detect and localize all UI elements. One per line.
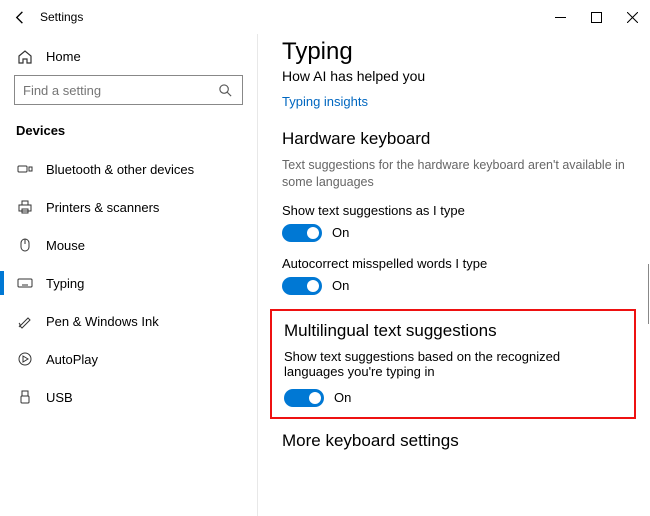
sidebar-item-label: Typing bbox=[46, 276, 84, 291]
keyboard-icon bbox=[16, 275, 33, 292]
page-subtitle: How AI has helped you bbox=[282, 68, 630, 84]
back-button[interactable] bbox=[0, 10, 40, 25]
autocorrect-label: Autocorrect misspelled words I type bbox=[282, 256, 630, 271]
hardware-keyboard-heading: Hardware keyboard bbox=[282, 129, 630, 149]
multilingual-toggle[interactable] bbox=[284, 389, 324, 407]
multilingual-heading: Multilingual text suggestions bbox=[284, 321, 622, 341]
sidebar-item-printers[interactable]: Printers & scanners bbox=[14, 188, 243, 226]
hardware-keyboard-note: Text suggestions for the hardware keyboa… bbox=[282, 157, 630, 191]
show-suggestions-state: On bbox=[332, 225, 349, 240]
home-icon bbox=[16, 48, 33, 65]
titlebar: Settings bbox=[0, 0, 650, 34]
category-header: Devices bbox=[14, 123, 243, 138]
show-suggestions-label: Show text suggestions as I type bbox=[282, 203, 630, 218]
sidebar-item-bluetooth[interactable]: Bluetooth & other devices bbox=[14, 150, 243, 188]
printer-icon bbox=[16, 199, 33, 216]
sidebar-item-label: AutoPlay bbox=[46, 352, 98, 367]
show-suggestions-toggle[interactable] bbox=[282, 224, 322, 242]
sidebar-item-label: Mouse bbox=[46, 238, 85, 253]
autoplay-icon bbox=[16, 351, 33, 368]
sidebar: Home Devices Bluetooth & other devices P… bbox=[0, 34, 258, 516]
autocorrect-toggle[interactable] bbox=[282, 277, 322, 295]
close-button[interactable] bbox=[614, 0, 650, 34]
sidebar-item-pen[interactable]: Pen & Windows Ink bbox=[14, 302, 243, 340]
mouse-icon bbox=[16, 237, 33, 254]
typing-insights-link[interactable]: Typing insights bbox=[282, 94, 368, 109]
bluetooth-icon bbox=[16, 161, 33, 178]
autocorrect-state: On bbox=[332, 278, 349, 293]
sidebar-item-usb[interactable]: USB bbox=[14, 378, 243, 416]
search-icon bbox=[217, 82, 234, 99]
sidebar-item-label: Printers & scanners bbox=[46, 200, 159, 215]
home-nav[interactable]: Home bbox=[14, 42, 243, 75]
maximize-button[interactable] bbox=[578, 0, 614, 34]
page-title: Typing bbox=[282, 38, 630, 66]
multilingual-highlight: Multilingual text suggestions Show text … bbox=[270, 309, 636, 419]
search-input[interactable] bbox=[23, 83, 217, 98]
sidebar-item-autoplay[interactable]: AutoPlay bbox=[14, 340, 243, 378]
multilingual-state: On bbox=[334, 390, 351, 405]
sidebar-item-label: USB bbox=[46, 390, 73, 405]
home-label: Home bbox=[46, 49, 81, 64]
usb-icon bbox=[16, 389, 33, 406]
main-content: Typing How AI has helped you Typing insi… bbox=[258, 34, 650, 516]
sidebar-item-label: Bluetooth & other devices bbox=[46, 162, 194, 177]
sidebar-item-typing[interactable]: Typing bbox=[14, 264, 243, 302]
more-keyboard-heading: More keyboard settings bbox=[282, 431, 630, 451]
search-input-wrap[interactable] bbox=[14, 75, 243, 105]
multilingual-desc: Show text suggestions based on the recog… bbox=[284, 349, 622, 379]
window-title: Settings bbox=[40, 10, 83, 24]
pen-icon bbox=[16, 313, 33, 330]
sidebar-item-label: Pen & Windows Ink bbox=[46, 314, 159, 329]
sidebar-item-mouse[interactable]: Mouse bbox=[14, 226, 243, 264]
scrollbar[interactable] bbox=[648, 264, 649, 324]
minimize-button[interactable] bbox=[542, 0, 578, 34]
